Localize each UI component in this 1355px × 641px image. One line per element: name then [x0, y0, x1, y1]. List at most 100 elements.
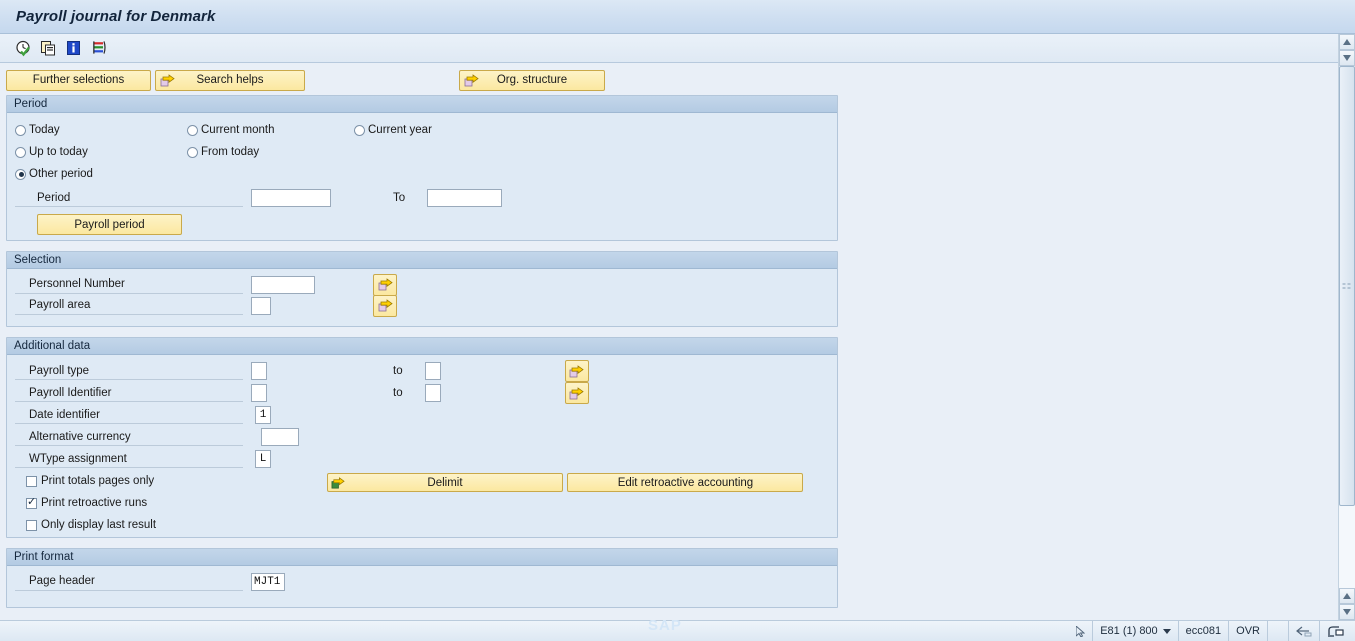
radio-current-year-label: Current year: [368, 124, 432, 136]
payroll-area-multiselect-button[interactable]: [373, 294, 397, 317]
status-system-info[interactable]: E81 (1) 800: [1092, 620, 1177, 641]
checkbox-indicator: [26, 475, 37, 487]
status-bar: SAP E81 (1) 800 ecc081 OVR: [0, 617, 1355, 641]
radio-indicator: [187, 146, 198, 158]
wtype-assignment-input[interactable]: [255, 450, 271, 468]
window-scrollbar-thumb[interactable]: [1339, 66, 1355, 506]
selection-group-header: Selection: [7, 252, 837, 269]
radio-current-month-label: Current month: [201, 124, 275, 136]
personnel-number-input[interactable]: [251, 275, 315, 294]
radio-indicator-selected: [15, 168, 26, 180]
payroll-area-label: Payroll area: [29, 299, 91, 311]
further-selections-label: Further selections: [32, 74, 125, 86]
selection-screen: Further selections Search helps Org. str…: [0, 63, 1338, 620]
date-identifier-label: Date identifier: [29, 408, 100, 421]
period-from-input[interactable]: [251, 189, 331, 207]
delimit-button[interactable]: Delimit: [327, 473, 563, 492]
period-radio-row-3: Other period: [15, 163, 829, 185]
radio-indicator: [187, 124, 198, 136]
chevron-down-icon[interactable]: [1162, 628, 1171, 634]
page-title: Payroll journal for Denmark: [16, 8, 216, 25]
payroll-type-multiselect-button[interactable]: [564, 360, 589, 382]
status-system-label: E81 (1) 800: [1100, 625, 1158, 637]
window-scroll-up-button-bottom[interactable]: [1339, 588, 1355, 604]
copy-icon[interactable]: [38, 38, 58, 58]
payroll-type-to-label: to: [393, 365, 403, 377]
status-server: ecc081: [1177, 620, 1228, 641]
radio-indicator: [15, 146, 26, 158]
status-insert-mode[interactable]: OVR: [1228, 620, 1267, 641]
radio-today[interactable]: Today: [15, 124, 187, 136]
application-toolbar: © www.tutorialkart.com: [0, 34, 1355, 94]
further-selections-button[interactable]: Further selections: [6, 69, 151, 91]
personnel-number-multiselect-button[interactable]: [373, 273, 397, 296]
wtype-assignment-row: WType assignment: [15, 448, 829, 470]
period-field-label: Period: [37, 191, 71, 204]
window-scroll-down-button[interactable]: [1339, 50, 1355, 66]
radio-from-today[interactable]: From today: [187, 146, 354, 158]
checkbox-indicator-checked: [26, 496, 37, 509]
edit-retroactive-label: Edit retroactive accounting: [617, 476, 754, 489]
window-scroll-up-button[interactable]: [1339, 34, 1355, 50]
selection-group-body: Personnel Number Payroll area: [7, 269, 837, 324]
payroll-type-input[interactable]: [251, 362, 267, 380]
page-header-label: Page header: [29, 575, 95, 587]
page-header-row: Page header: [15, 571, 829, 592]
selection-group: Selection Personnel Number Payroll area: [6, 251, 838, 327]
radio-current-year[interactable]: Current year: [354, 124, 432, 136]
status-mode-label: OVR: [1236, 625, 1260, 637]
status-session-icon[interactable]: [1319, 620, 1351, 641]
payroll-type-to-input[interactable]: [424, 362, 441, 380]
payroll-identifier-to-label: to: [393, 387, 403, 399]
checkbox-print-retroactive-runs[interactable]: Print retroactive runs: [15, 492, 829, 514]
search-helps-button[interactable]: Search helps: [155, 69, 305, 91]
print-format-group-body: Page header: [7, 566, 837, 600]
window-scrollbar-track[interactable]: [1339, 66, 1355, 588]
status-back-icon[interactable]: [1288, 620, 1319, 641]
alternative-currency-label: Alternative currency: [29, 430, 131, 443]
radio-current-month[interactable]: Current month: [187, 124, 354, 136]
period-radio-row-1: Today Current month Current year: [15, 119, 829, 141]
org-structure-button[interactable]: Org. structure: [459, 69, 605, 91]
payroll-period-label: Payroll period: [74, 218, 145, 231]
variant-icon[interactable]: [88, 38, 108, 58]
period-group: Period Today Current month Current year …: [6, 95, 838, 241]
payroll-identifier-input[interactable]: [251, 384, 267, 402]
period-to-input[interactable]: [427, 189, 503, 207]
radio-from-today-label: From today: [201, 146, 260, 158]
window-scroll-down-button-bottom[interactable]: [1339, 604, 1355, 620]
checkbox-only-display-last-result[interactable]: Only display last result: [15, 514, 829, 536]
status-cursor-icon: [1069, 621, 1092, 641]
scrollbar-grip-icon: [1342, 277, 1352, 295]
radio-up-to-today[interactable]: Up to today: [15, 146, 187, 158]
period-group-body: Today Current month Current year Up to t…: [7, 113, 837, 243]
additional-data-group-body: Payroll type to Payroll Identifier to Da…: [7, 355, 837, 544]
print-format-group: Print format Page header: [6, 548, 838, 608]
radio-other-period[interactable]: Other period: [15, 168, 93, 180]
edit-retroactive-accounting-button[interactable]: Edit retroactive accounting: [567, 473, 804, 492]
page-header-input[interactable]: [251, 572, 285, 591]
window-scrollbar[interactable]: [1338, 34, 1355, 620]
payroll-identifier-multiselect-button[interactable]: [564, 382, 589, 404]
status-right-group: E81 (1) 800 ecc081 OVR: [1069, 620, 1355, 641]
checkbox-print-retroactive-label: Print retroactive runs: [41, 497, 148, 509]
period-group-header: Period: [7, 96, 837, 113]
payroll-period-button[interactable]: Payroll period: [37, 214, 182, 235]
date-identifier-input[interactable]: [255, 406, 271, 424]
info-icon[interactable]: [63, 38, 83, 58]
sap-window: Payroll journal for Denmark Further sele…: [0, 0, 1355, 641]
payroll-type-label: Payroll type: [29, 364, 90, 377]
action-button-row: Further selections Search helps Org. str…: [0, 68, 1338, 92]
payroll-identifier-to-input[interactable]: [424, 384, 441, 402]
personnel-number-row: Personnel Number: [15, 273, 829, 296]
radio-indicator: [15, 124, 26, 136]
payroll-area-row: Payroll area: [15, 294, 829, 317]
radio-indicator: [354, 124, 365, 136]
alternative-currency-input[interactable]: [261, 428, 299, 446]
personnel-number-label: Personnel Number: [29, 278, 125, 290]
payroll-identifier-row: Payroll Identifier to: [15, 382, 829, 404]
execute-icon[interactable]: [13, 38, 33, 58]
delimit-label: Delimit: [427, 476, 463, 489]
payroll-area-input[interactable]: [251, 296, 271, 315]
to-label: To: [393, 192, 406, 204]
